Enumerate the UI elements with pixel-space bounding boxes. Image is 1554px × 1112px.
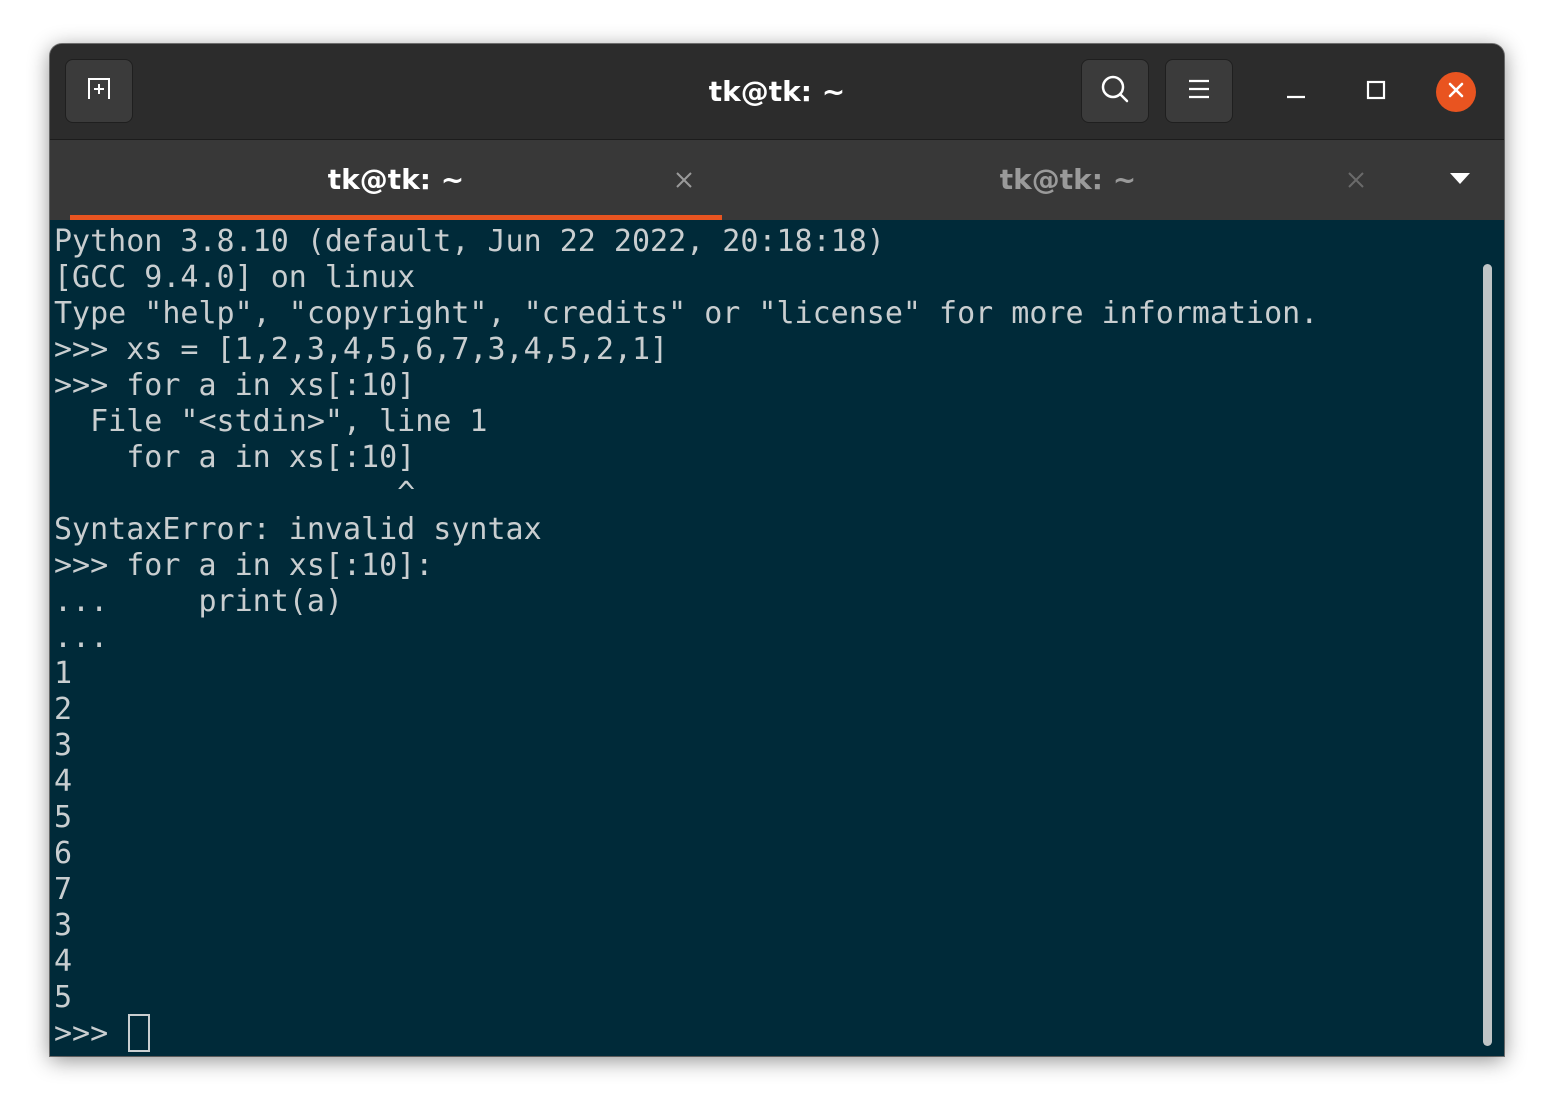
tab-close-button[interactable] [670,166,698,194]
terminal-line: >>> for a in xs[:10] [54,368,416,403]
terminal-line: File "<stdin>", line 1 [54,404,488,439]
close-icon [676,172,692,188]
new-tab-button[interactable] [65,59,133,123]
terminal-line: 1 [54,656,73,691]
close-icon [1348,172,1364,188]
terminal-line: >>> for a in xs[:10]: [54,548,434,583]
terminal-line: 4 [54,944,73,979]
terminal-line: 5 [54,980,73,1015]
search-button[interactable] [1081,59,1149,123]
terminal-line: 3 [54,908,73,943]
terminal-line: ... [54,620,109,655]
minimize-icon [1284,78,1308,107]
terminal-line: 2 [54,692,73,727]
prompt-line[interactable]: >>> [54,1013,1474,1052]
tab-label: tk@tk: ~ [999,163,1137,196]
search-icon [1099,73,1131,110]
tabs-dropdown-button[interactable] [1440,164,1480,196]
maximize-button[interactable] [1356,72,1396,112]
terminal-window: tk@tk: ~ tk@tk: ~ tk@tk: ~ Python 3.8.10… [50,44,1504,1056]
prompt: >>> [54,1016,127,1051]
new-tab-icon [83,73,115,110]
terminal-line: SyntaxError: invalid syntax [54,512,542,547]
terminal-line: for a in xs[:10] [54,440,416,475]
terminal-line: >>> xs = [1,2,3,4,5,6,7,3,4,5,2,1] [54,332,669,367]
terminal-line: Python 3.8.10 (default, Jun 22 2022, 20:… [54,224,885,259]
scrollbar[interactable] [1483,264,1492,1046]
terminal-line: Type "help", "copyright", "credits" or "… [54,296,1319,331]
headerbar: tk@tk: ~ [50,44,1504,140]
terminal-line: 7 [54,872,73,907]
terminal-line: ... print(a) [54,584,343,619]
tab-close-button[interactable] [1342,166,1370,194]
terminal-line: 5 [54,800,73,835]
maximize-icon [1364,78,1388,107]
text-cursor [128,1013,151,1052]
close-icon [1444,78,1468,107]
close-button[interactable] [1436,72,1476,112]
terminal-line: 3 [54,728,73,763]
tab-active[interactable]: tk@tk: ~ [70,140,722,220]
tab-inactive[interactable]: tk@tk: ~ [742,140,1394,220]
tab-label: tk@tk: ~ [327,163,465,196]
terminal-line: 6 [54,836,73,871]
chevron-down-icon [1449,171,1471,190]
terminal-line: ^ [54,476,416,511]
menu-button[interactable] [1165,59,1233,123]
terminal-output[interactable]: Python 3.8.10 (default, Jun 22 2022, 20:… [50,220,1504,1056]
terminal-lines: Python 3.8.10 (default, Jun 22 2022, 20:… [54,224,1474,1052]
minimize-button[interactable] [1276,72,1316,112]
terminal-line: [GCC 9.4.0] on linux [54,260,416,295]
terminal-line: 4 [54,764,73,799]
hamburger-menu-icon [1185,77,1213,106]
tab-bar: tk@tk: ~ tk@tk: ~ [50,140,1504,220]
